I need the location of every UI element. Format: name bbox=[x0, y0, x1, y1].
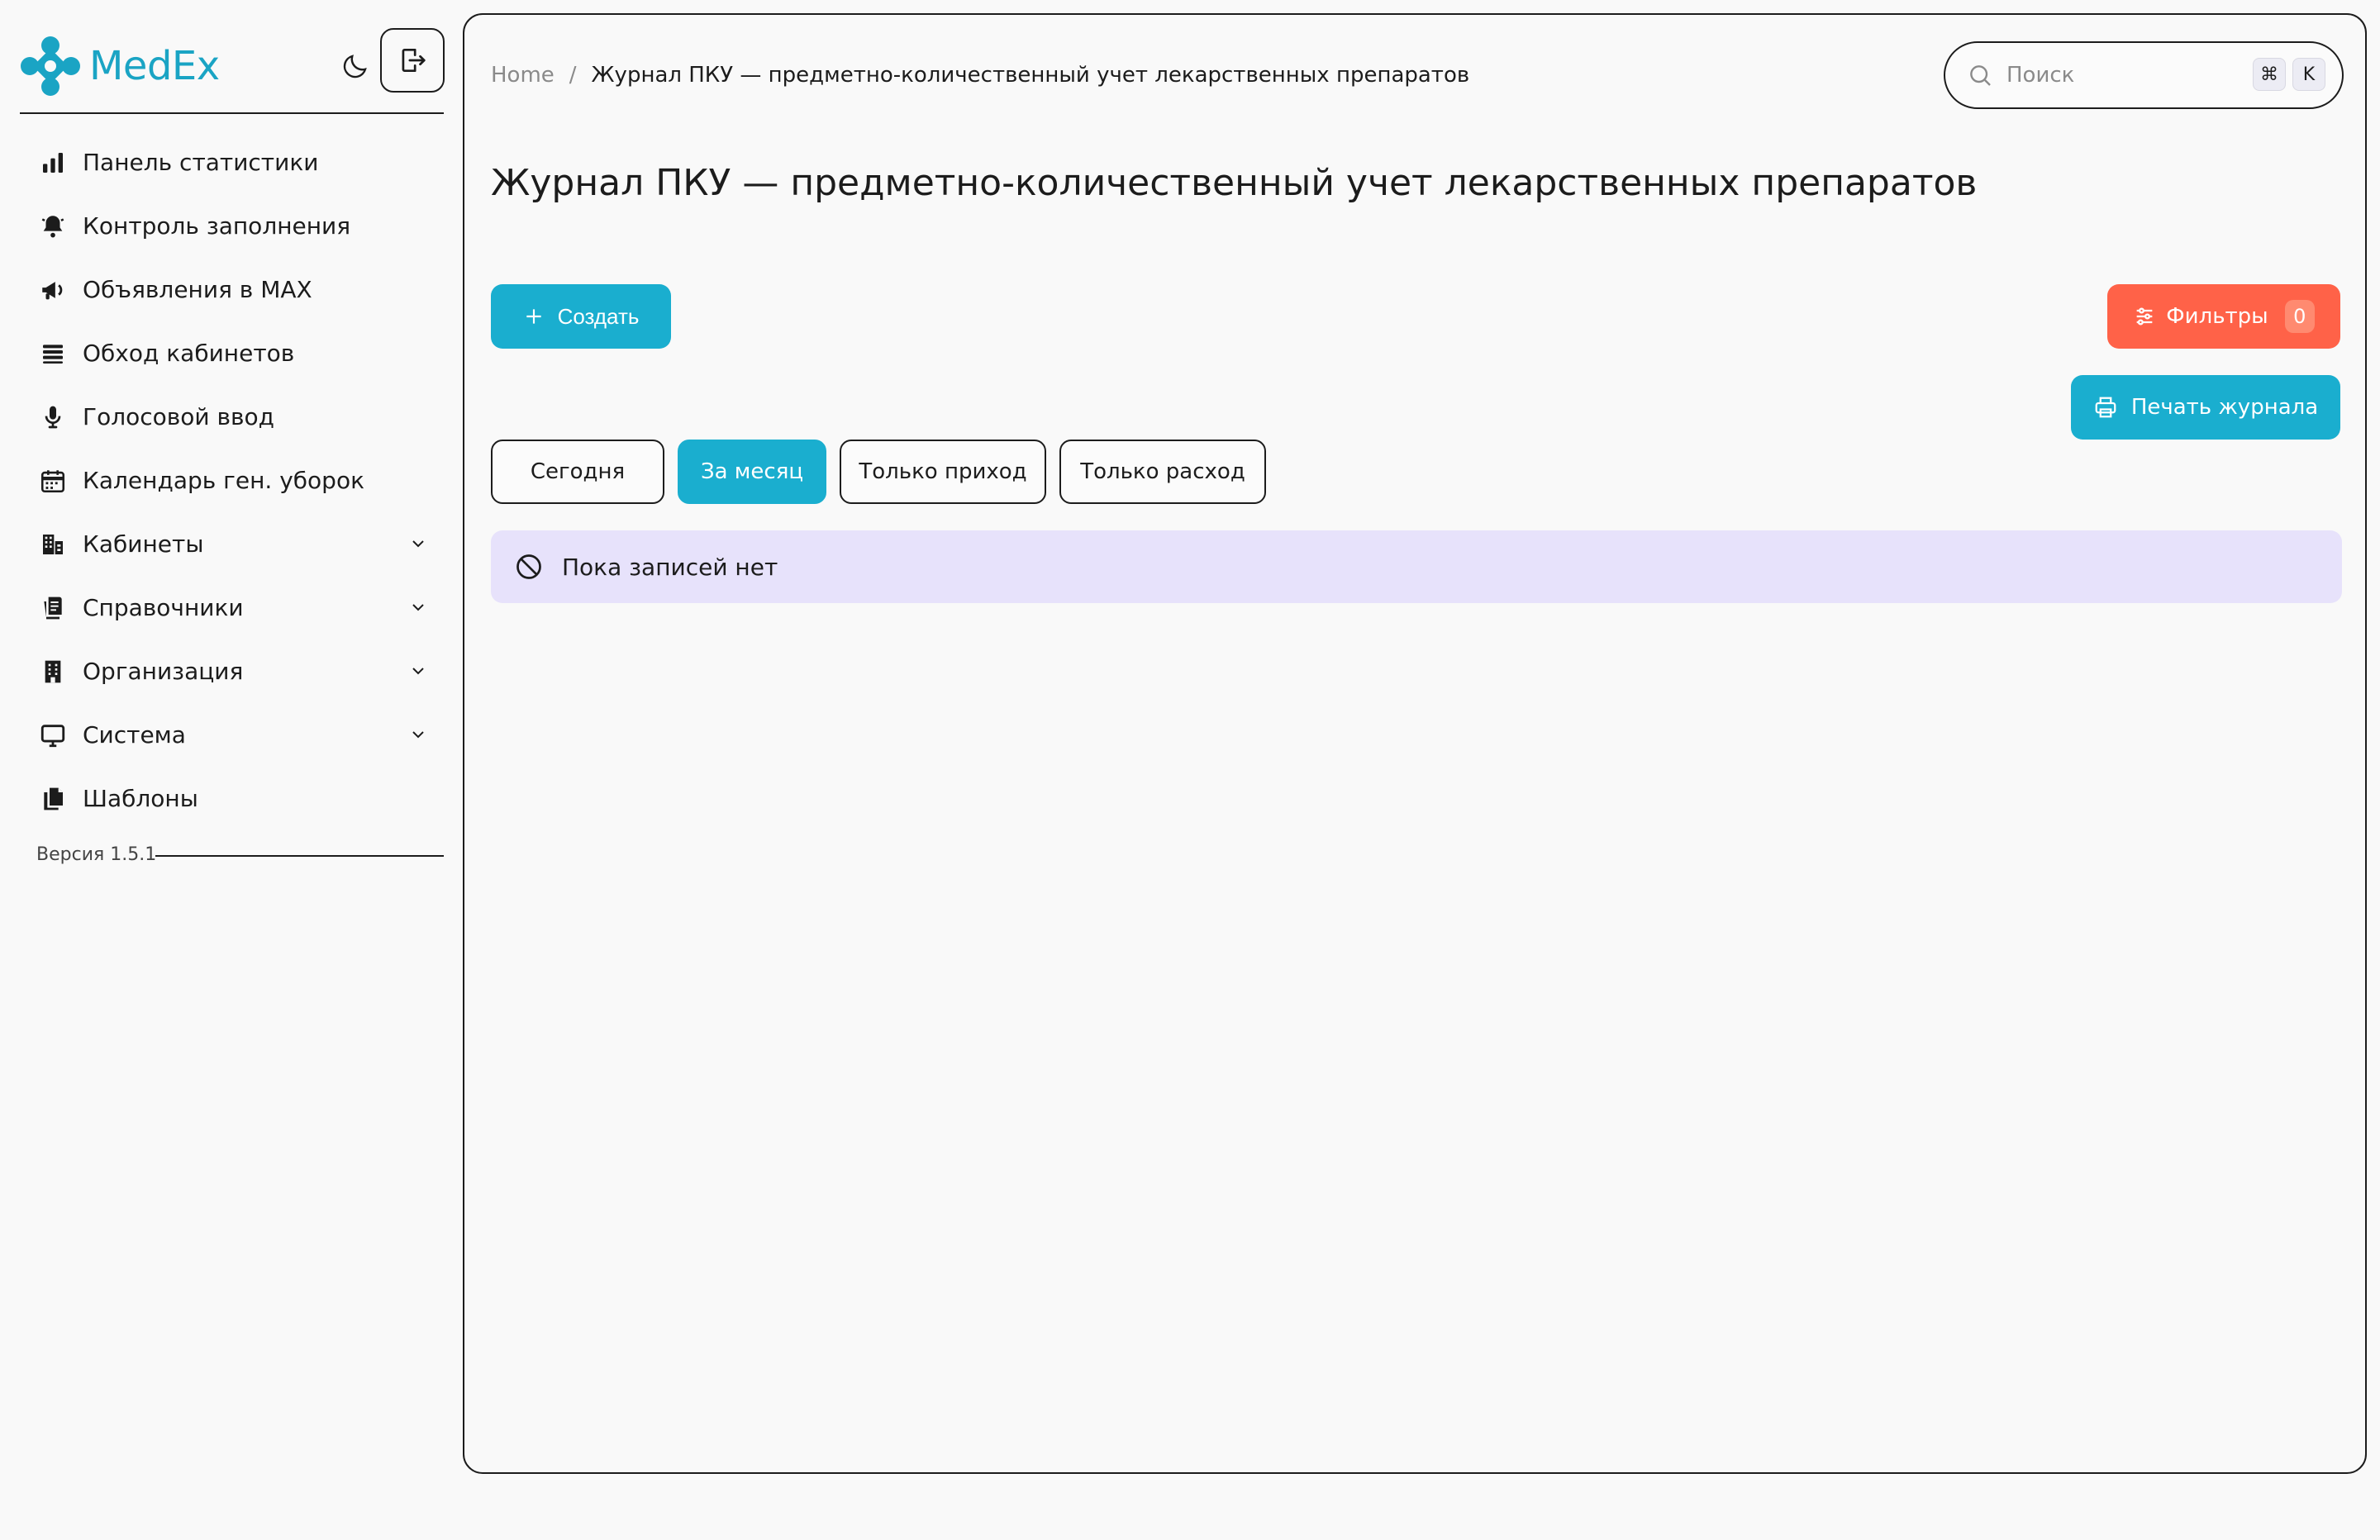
sidebar-item-rounds[interactable]: Обход кабинетов bbox=[20, 321, 446, 385]
sidebar-item-fill-control[interactable]: Контроль заполнения bbox=[20, 194, 446, 258]
sidebar-item-label: Панель статистики bbox=[83, 149, 319, 176]
chevron-down-icon[interactable] bbox=[408, 597, 428, 617]
filters-button-label: Фильтры bbox=[2166, 304, 2268, 329]
breadcrumb: Home / Журнал ПКУ — предметно-количестве… bbox=[491, 63, 1469, 88]
microphone-icon bbox=[36, 401, 69, 434]
chevron-down-icon[interactable] bbox=[408, 534, 428, 554]
filter-income-only-button[interactable]: Только приход bbox=[840, 440, 1046, 504]
logout-button[interactable] bbox=[380, 28, 445, 93]
sidebar-item-voice-input[interactable]: Голосовой ввод bbox=[20, 385, 446, 449]
sidebar-item-label: Голосовой ввод bbox=[83, 403, 274, 430]
command-key: ⌘ bbox=[2253, 58, 2286, 91]
print-journal-button[interactable]: Печать журнала bbox=[2071, 375, 2340, 440]
search-input[interactable]: Поиск ⌘ K bbox=[1944, 41, 2344, 109]
sidebar-item-references[interactable]: Справочники bbox=[20, 576, 446, 639]
page-title: Журнал ПКУ — предметно-количественный уч… bbox=[491, 162, 1978, 204]
brand-divider bbox=[20, 112, 444, 114]
search-icon bbox=[1970, 65, 1991, 86]
sliders-icon bbox=[2136, 307, 2153, 326]
chevron-down-icon[interactable] bbox=[408, 661, 428, 681]
logout-icon bbox=[402, 48, 426, 73]
empty-state-alert: Пока записей нет bbox=[491, 530, 2342, 603]
create-button-label: Создать bbox=[557, 303, 640, 329]
filter-month-button[interactable]: За месяц bbox=[678, 440, 826, 504]
office-icon bbox=[36, 655, 69, 688]
sidebar-item-stats[interactable]: Панель статистики bbox=[20, 131, 446, 194]
sidebar-item-label: Кабинеты bbox=[83, 530, 204, 558]
sidebar-item-label: Справочники bbox=[83, 594, 244, 621]
sidebar-item-templates[interactable]: Шаблоны bbox=[20, 767, 446, 830]
building-icon bbox=[36, 528, 69, 561]
main-content: Home / Журнал ПКУ — предметно-количестве… bbox=[463, 13, 2367, 1474]
sidebar-item-label: Календарь ген. уборок bbox=[83, 467, 364, 494]
bar-chart-icon bbox=[36, 146, 69, 179]
sidebar-item-label: Объявления в MAX bbox=[83, 276, 312, 303]
bell-icon bbox=[36, 210, 69, 243]
search-placeholder: Поиск bbox=[2006, 63, 2075, 88]
chevron-down-icon[interactable] bbox=[408, 725, 428, 744]
breadcrumb-current: Журнал ПКУ — предметно-количественный уч… bbox=[591, 63, 1470, 88]
breadcrumb-home-link[interactable]: Home bbox=[491, 63, 555, 88]
plus-icon bbox=[526, 309, 541, 324]
list-icon bbox=[36, 337, 69, 370]
copy-icon bbox=[36, 782, 69, 815]
sidebar-item-cabinets[interactable]: Кабинеты bbox=[20, 512, 446, 576]
sidebar-nav: Панель статистики Контроль заполнения Об… bbox=[20, 131, 446, 830]
logo[interactable]: MedEx bbox=[20, 36, 220, 97]
megaphone-icon bbox=[36, 273, 69, 307]
monitor-icon bbox=[36, 719, 69, 752]
printer-icon bbox=[2095, 397, 2116, 418]
theme-toggle-moon-icon[interactable] bbox=[332, 43, 378, 89]
sidebar-item-label: Шаблоны bbox=[83, 785, 198, 812]
sidebar-item-announcements[interactable]: Объявления в MAX bbox=[20, 258, 446, 321]
create-button[interactable]: Создать bbox=[491, 284, 671, 349]
sidebar-item-system[interactable]: Система bbox=[20, 703, 446, 767]
sidebar-item-label: Обход кабинетов bbox=[83, 340, 295, 367]
filter-expense-only-button[interactable]: Только расход bbox=[1059, 440, 1266, 504]
sidebar-item-cleaning-calendar[interactable]: Календарь ген. уборок bbox=[20, 449, 446, 512]
print-journal-label: Печать журнала bbox=[2130, 395, 2319, 420]
ban-icon bbox=[516, 554, 541, 579]
sidebar-item-organization[interactable]: Организация bbox=[20, 639, 446, 703]
version-divider bbox=[155, 855, 444, 857]
filter-today-button[interactable]: Сегодня bbox=[491, 440, 664, 504]
breadcrumb-separator: / bbox=[569, 63, 577, 88]
filters-count-badge: 0 bbox=[2284, 300, 2315, 333]
medex-logo-icon bbox=[21, 36, 80, 96]
calendar-icon bbox=[36, 464, 69, 497]
sidebar-item-label: Контроль заполнения bbox=[83, 212, 351, 240]
k-key: K bbox=[2292, 58, 2325, 91]
sidebar: MedEx Панель статистики Контроль заполне… bbox=[0, 0, 463, 1540]
empty-state-message: Пока записей нет bbox=[562, 553, 778, 581]
sidebar-item-label: Организация bbox=[83, 658, 244, 685]
brand-header: MedEx bbox=[20, 25, 446, 107]
version-label: Версия 1.5.1 bbox=[36, 844, 157, 865]
sidebar-item-label: Система bbox=[83, 721, 186, 749]
book-icon bbox=[36, 592, 69, 625]
app-name: MedEx bbox=[89, 43, 220, 89]
filters-button[interactable]: Фильтры 0 bbox=[2107, 284, 2340, 349]
search-shortcut: ⌘ K bbox=[2253, 58, 2325, 91]
